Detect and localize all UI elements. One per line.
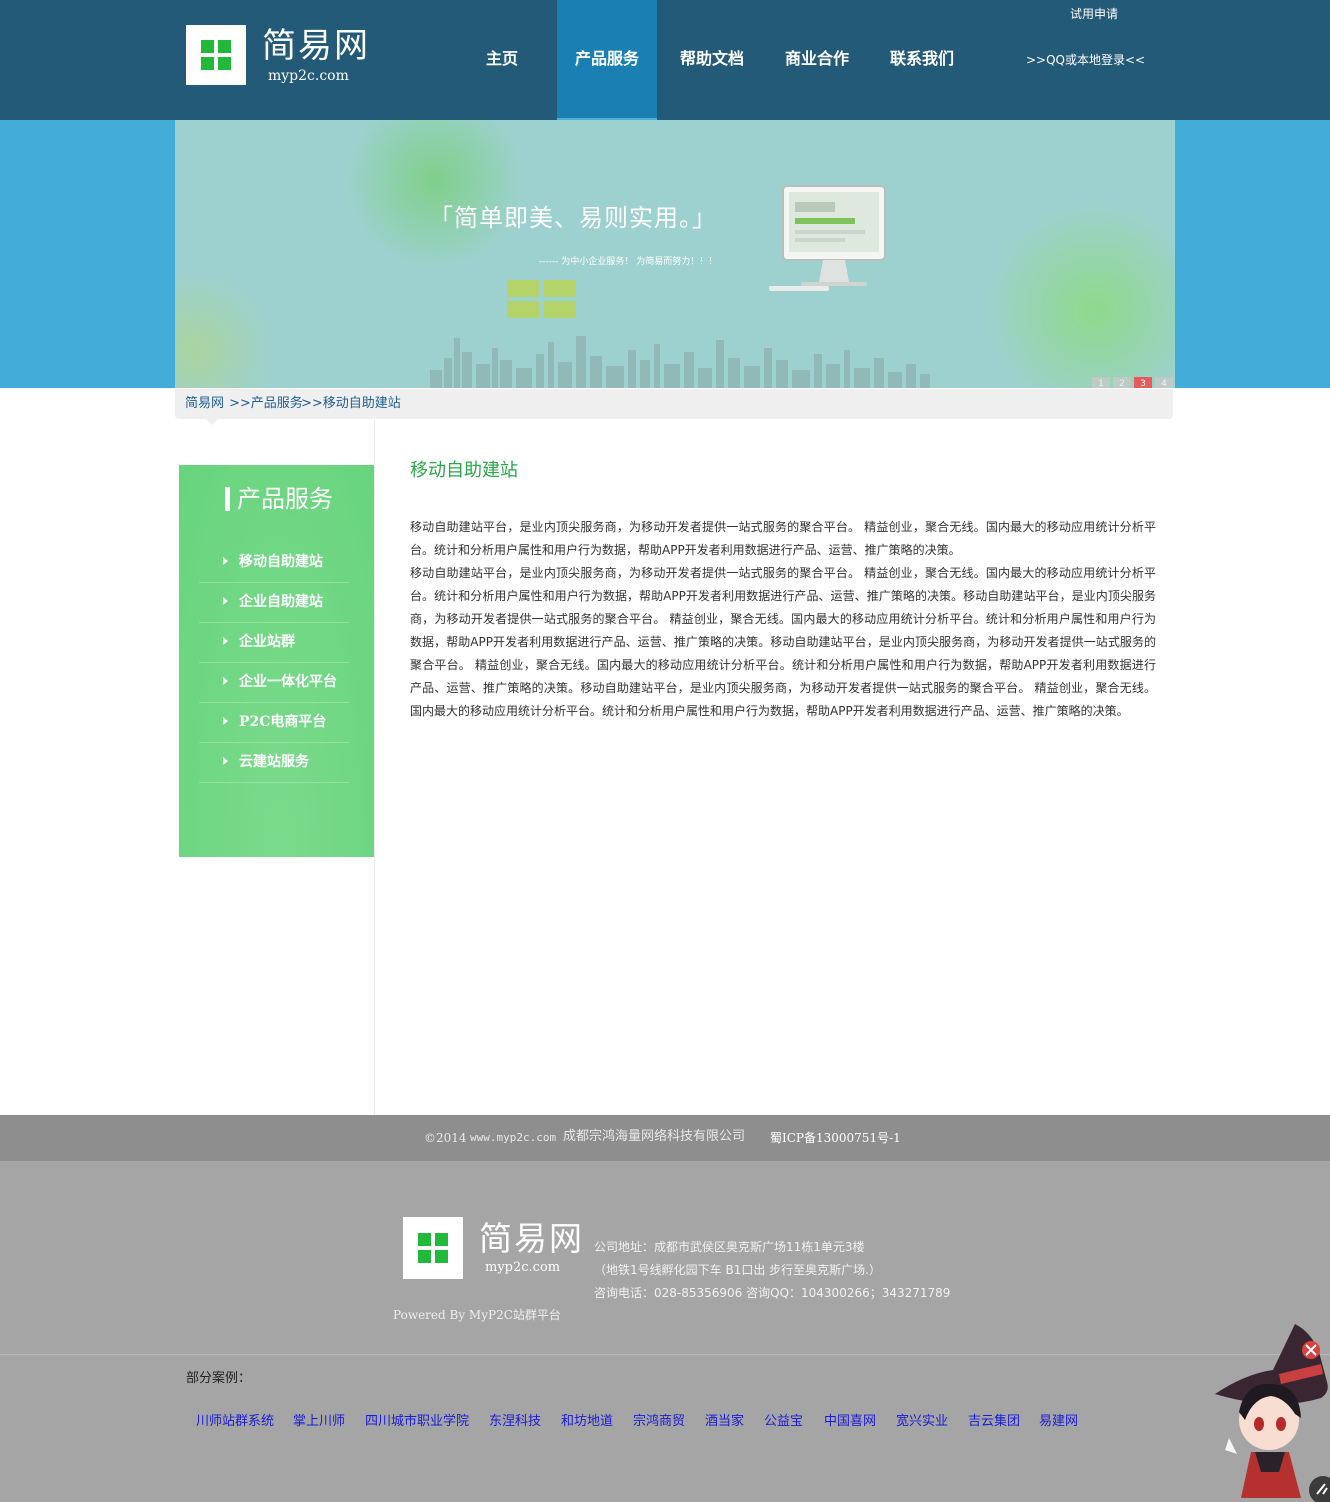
banner-page-dot-active[interactable]: 3 [1134,377,1152,388]
triangle-right-icon [223,717,228,725]
column-divider [374,420,375,1115]
triangle-right-icon [223,557,228,565]
top-header: 简易网 myp2c.com 主页 产品服务 帮助文档 商业合作 联系我们 试用申… [0,0,1330,120]
footer-directions: （地铁1号线孵化园下车 B1口出 步行至奥克斯广场.） [594,1263,881,1277]
copyright-bar: ©2014 www.myp2c.com 成都宗鸿海量网络科技有限公司 蜀ICP备… [0,1115,1330,1161]
logo-name[interactable]: 简易网 [262,26,370,66]
case-link[interactable]: 宗鸿商贸 [633,1414,685,1430]
case-link[interactable]: 和坊地道 [561,1414,613,1430]
banner-tile [544,280,576,297]
sidebar-item-label: 企业一体化平台 [239,674,337,690]
breadcrumb-section[interactable]: >>产品服务 [229,396,303,412]
banner-pager: 1234 [1089,371,1173,388]
triangle-right-icon [223,637,228,645]
footer-logo-icon [403,1217,463,1279]
nav-home[interactable]: 主页 [452,0,552,118]
case-link[interactable]: 掌上川师 [293,1414,345,1430]
banner-page-dot[interactable]: 2 [1113,377,1131,388]
triangle-right-icon [223,677,228,685]
footer-logo-name: 简易网 [479,1219,584,1258]
breadcrumb: 简易网 >>产品服务 >>移动自助建站 [175,389,1173,425]
breadcrumb-pointer [206,419,218,425]
sidebar-title-mark [225,487,230,511]
banner-tile [507,301,539,318]
case-link[interactable]: 易建网 [1039,1414,1078,1430]
footer-address: 公司地址：成都市武侯区奥克斯广场11栋1单元3楼 [594,1240,865,1254]
footer-contact: 咨询电话：028-85356906 咨询QQ：104300266；3432717… [594,1286,951,1300]
breadcrumb-home[interactable]: 简易网 [185,396,224,412]
sidebar-item-label: 企业站群 [239,634,295,650]
sidebar-item-p2c-ecommerce[interactable]: P2C电商平台 [199,703,349,743]
case-link[interactable]: 四川城市职业学院 [365,1414,469,1430]
sidebar-item-site-group[interactable]: 企业站群 [199,623,349,663]
icp-number[interactable]: 蜀ICP备13000751号-1 [770,1130,901,1146]
trial-apply-link[interactable]: 试用申请 [1070,6,1118,22]
banner-page-dot[interactable]: 1 [1092,377,1110,388]
case-link[interactable]: 公益宝 [764,1414,803,1430]
powered-by: Powered By MyP2C站群平台 [393,1308,561,1322]
sidebar-item-label: P2C电商平台 [239,714,327,730]
case-link[interactable]: 吉云集团 [968,1414,1020,1430]
triangle-right-icon [223,597,228,605]
sidebar-item-cloud-site[interactable]: 云建站服务 [199,743,349,783]
copyright-site[interactable]: www.myp2c.com [470,1130,556,1146]
nav-help[interactable]: 帮助文档 [662,0,762,118]
site-logo-icon[interactable] [186,25,246,85]
sidebar-item-enterprise-site[interactable]: 企业自助建站 [199,583,349,623]
sidebar-title: 产品服务 [237,485,333,513]
banner-page-dot[interactable]: 4 [1155,377,1173,388]
footer-logo-domain: myp2c.com [485,1260,561,1275]
copyright-year: ©2014 [424,1131,467,1145]
case-link[interactable]: 宽兴实业 [896,1414,948,1430]
city-skyline-icon [430,336,930,388]
nav-contact[interactable]: 联系我们 [872,0,972,118]
logo-domain: myp2c.com [268,68,349,84]
triangle-right-icon [223,757,228,765]
hero-banner[interactable]: 「简单即美、易则实用。」 ------ 为中小企业服务！ 为简易而努力！！！ 1… [175,120,1175,388]
case-link[interactable]: 酒当家 [705,1414,744,1430]
sidebar-item-label: 云建站服务 [239,754,309,770]
page-title: 移动自助建站 [410,460,518,481]
case-link[interactable]: 川师站群系统 [196,1414,274,1430]
login-link[interactable]: >>QQ或本地登录<< [1026,52,1145,68]
banner-tile [507,280,539,297]
case-link[interactable]: 东涅科技 [489,1414,541,1430]
sidebar-item-mobile-site[interactable]: 移动自助建站 [199,543,349,583]
sidebar-item-integrated-platform[interactable]: 企业一体化平台 [199,663,349,703]
nav-business[interactable]: 商业合作 [767,0,867,118]
mascot-widget-icon[interactable] [1215,1322,1330,1502]
sidebar-item-label: 企业自助建站 [239,594,323,610]
article-paragraph: 移动自助建站平台，是业内顶尖服务商，为移动开发者提供一站式服务的聚合平台。 精益… [410,566,1156,718]
footer-divider [0,1354,1330,1355]
nav-products[interactable]: 产品服务 [557,0,657,120]
copyright-company: 成都宗鸿海量网络科技有限公司 [563,1129,746,1144]
cases-label: 部分案例： [186,1371,252,1386]
case-link[interactable]: 中国喜网 [824,1414,876,1430]
sidebar: 产品服务 移动自助建站 企业自助建站 企业站群 企业一体化平台 P2C电商平台 … [179,465,374,857]
article-body: 移动自助建站平台，是业内顶尖服务商，为移动开发者提供一站式服务的聚合平台。 精益… [410,516,1156,723]
monitor-icon [769,185,886,291]
breadcrumb-current[interactable]: >>移动自助建站 [301,396,401,412]
banner-tile [544,301,576,318]
article-paragraph: 移动自助建站平台，是业内顶尖服务商，为移动开发者提供一站式服务的聚合平台。 精益… [410,520,1156,557]
banner-sub-slogan: ------ 为中小企业服务！ 为简易而努力！！！ [539,257,718,267]
banner-slogan: 「简单即美、易则实用。」 [429,204,717,232]
sidebar-item-label: 移动自助建站 [239,554,323,570]
